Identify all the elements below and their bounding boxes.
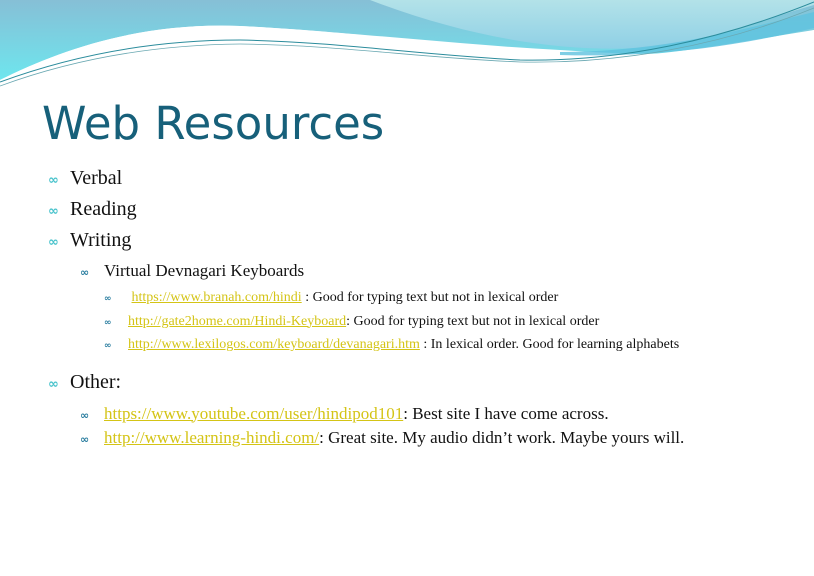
- bullet-label: Reading: [70, 198, 137, 220]
- curly-loop-bullet-icon: ∞: [104, 317, 112, 328]
- link-note: : In lexical order. Good for learning al…: [419, 337, 680, 352]
- curly-loop-bullet-icon: ∞: [104, 341, 112, 351]
- slide-content: ∞ Verbal ∞ Reading ∞ Writing ∞ Virtual D…: [48, 164, 788, 451]
- link-lexilogos[interactable]: http://www.lexilogos.com/keyboard/devana…: [128, 337, 420, 352]
- other-link-item: ∞ https://www.youtube.com/user/hindipod1…: [48, 403, 788, 427]
- header-wave-decoration: [0, 0, 814, 92]
- bullet-item-writing: ∞ Writing: [48, 226, 788, 257]
- curly-loop-bullet-icon: ∞: [104, 294, 112, 304]
- bullet-item-verbal: ∞ Verbal: [48, 164, 788, 195]
- curly-loop-bullet-icon: ∞: [80, 266, 90, 279]
- link-note: : Good for typing text but not in lexica…: [346, 313, 600, 329]
- bullet-item-other: ∞ Other:: [48, 368, 788, 399]
- bullet-label: Other:: [70, 370, 122, 393]
- other-link-item: ∞ http://www.learning-hindi.com/: Great …: [48, 427, 788, 451]
- slide-title: Web Resources: [42, 97, 385, 150]
- link-note: : Best site I have come across.: [403, 403, 609, 423]
- keyboard-link-item: ∞ https://www.branah.com/hindi : Good fo…: [48, 287, 788, 311]
- link-note: : Great site. My audio didn’t work. Mayb…: [319, 427, 685, 447]
- link-learning-hindi[interactable]: http://www.learning-hindi.com/: [104, 428, 319, 447]
- curly-loop-bullet-icon: ∞: [48, 235, 59, 250]
- keyboard-link-item: ∞ http://gate2home.com/Hindi-Keyboard: G…: [48, 311, 788, 335]
- bullet-label: Writing: [70, 229, 132, 251]
- link-youtube-hindipod101[interactable]: https://www.youtube.com/user/hindipod101: [104, 404, 403, 423]
- keyboard-link-item: ∞ http://www.lexilogos.com/keyboard/deva…: [48, 334, 788, 358]
- link-note: : Good for typing text but not in lexica…: [301, 290, 559, 305]
- bullet-label: Verbal: [70, 167, 123, 189]
- link-branah[interactable]: https://www.branah.com/hindi: [132, 290, 302, 305]
- curly-loop-bullet-icon: ∞: [48, 204, 59, 219]
- curly-loop-bullet-icon: ∞: [80, 408, 90, 422]
- bullet-item-virtual-keyboards: ∞ Virtual Devnagari Keyboards: [48, 259, 788, 285]
- curly-loop-bullet-icon: ∞: [80, 432, 90, 446]
- curly-loop-bullet-icon: ∞: [48, 376, 59, 392]
- bullet-label: Virtual Devnagari Keyboards: [104, 261, 305, 280]
- curly-loop-bullet-icon: ∞: [48, 173, 59, 188]
- bullet-item-reading: ∞ Reading: [48, 195, 788, 226]
- link-gate2home[interactable]: http://gate2home.com/Hindi-Keyboard: [128, 314, 346, 329]
